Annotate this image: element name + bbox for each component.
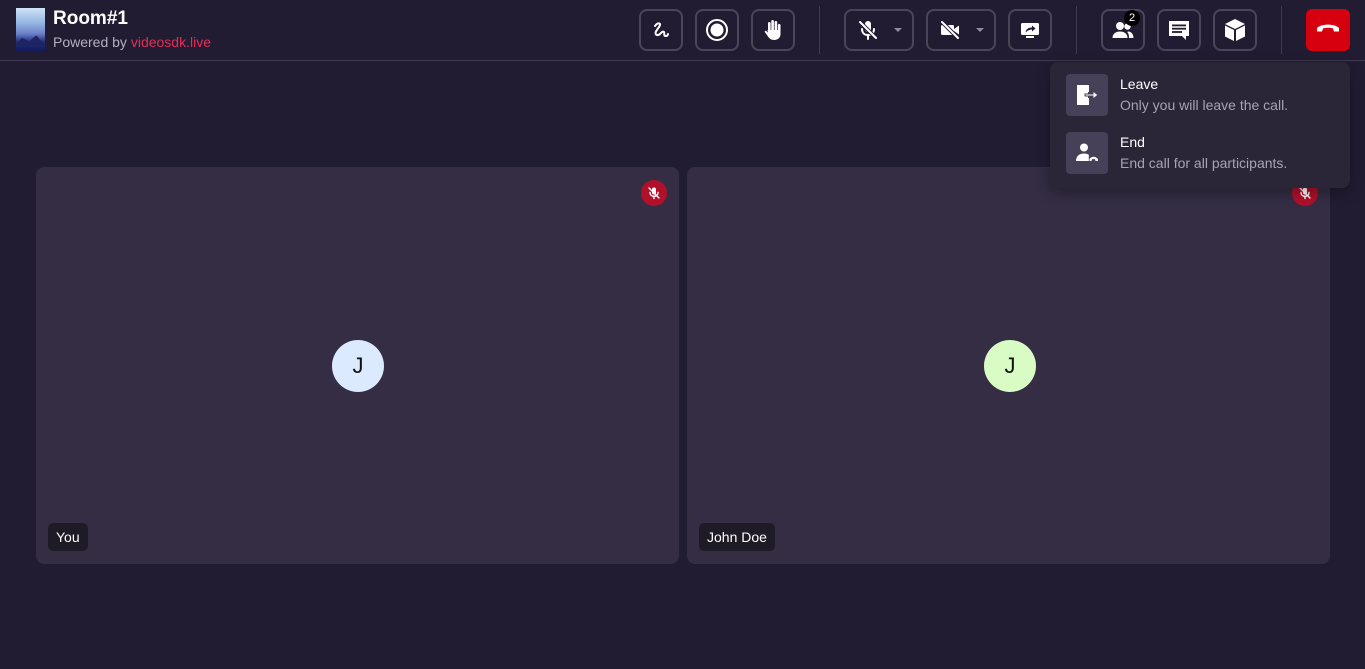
screen-share-button[interactable] <box>1008 9 1052 51</box>
chat-button[interactable] <box>1157 9 1201 51</box>
record-icon <box>705 18 729 42</box>
menu-item-title: End <box>1120 134 1145 150</box>
screen-share-icon <box>1019 19 1041 41</box>
menu-item-end[interactable]: End End call for all participants. <box>1066 132 1336 176</box>
mic-off-icon <box>641 180 667 206</box>
menu-item-title: Leave <box>1120 76 1159 92</box>
chat-icon <box>1167 18 1191 42</box>
participant-tile-you: J You <box>36 167 679 564</box>
cube-icon <box>1223 17 1247 43</box>
toolbar-divider <box>1076 6 1077 54</box>
toolbar-divider <box>1281 6 1282 54</box>
mic-off-icon <box>857 19 879 41</box>
videosdk-link[interactable]: videosdk.live <box>131 34 211 50</box>
room-logo <box>16 8 45 51</box>
brand: Room#1 Powered by videosdk.live <box>16 8 211 52</box>
participants-button[interactable]: 2 <box>1101 9 1145 51</box>
menu-item-description: Only you will leave the call. <box>1120 97 1289 113</box>
participant-name-tag: John Doe <box>699 523 775 551</box>
record-button[interactable] <box>695 9 739 51</box>
participant-name-tag: You <box>48 523 88 551</box>
avatar: J <box>984 340 1036 392</box>
participants-count-badge: 2 <box>1124 10 1140 26</box>
whiteboard-button[interactable] <box>639 9 683 51</box>
hand-icon <box>763 19 783 41</box>
scribble-icon <box>651 20 671 40</box>
toolbar-divider <box>819 6 820 54</box>
brand-text: Room#1 Powered by videosdk.live <box>53 8 211 52</box>
powered-by-label: Powered by <box>53 34 131 50</box>
camera-off-icon <box>939 19 961 41</box>
end-for-all-icon <box>1066 132 1108 174</box>
meeting-info-button[interactable] <box>1213 9 1257 51</box>
powered-by: Powered by videosdk.live <box>53 32 211 52</box>
phone-hangup-icon <box>1315 21 1341 40</box>
end-call-button[interactable] <box>1306 9 1350 51</box>
participant-tile-john-doe: J John Doe <box>687 167 1330 564</box>
mic-options-chevron-down-icon[interactable] <box>894 28 902 32</box>
webcam-button[interactable] <box>926 9 996 51</box>
menu-item-leave[interactable]: Leave Only you will leave the call. <box>1066 74 1336 118</box>
room-name: Room#1 <box>53 8 128 29</box>
webcam-options-chevron-down-icon[interactable] <box>976 28 984 32</box>
end-call-menu: Leave Only you will leave the call. End … <box>1050 62 1350 188</box>
top-bar: Room#1 Powered by videosdk.live 2 <box>0 0 1365 61</box>
leave-icon <box>1066 74 1108 116</box>
avatar: J <box>332 340 384 392</box>
menu-item-description: End call for all participants. <box>1120 155 1288 171</box>
raise-hand-button[interactable] <box>751 9 795 51</box>
mic-button[interactable] <box>844 9 914 51</box>
